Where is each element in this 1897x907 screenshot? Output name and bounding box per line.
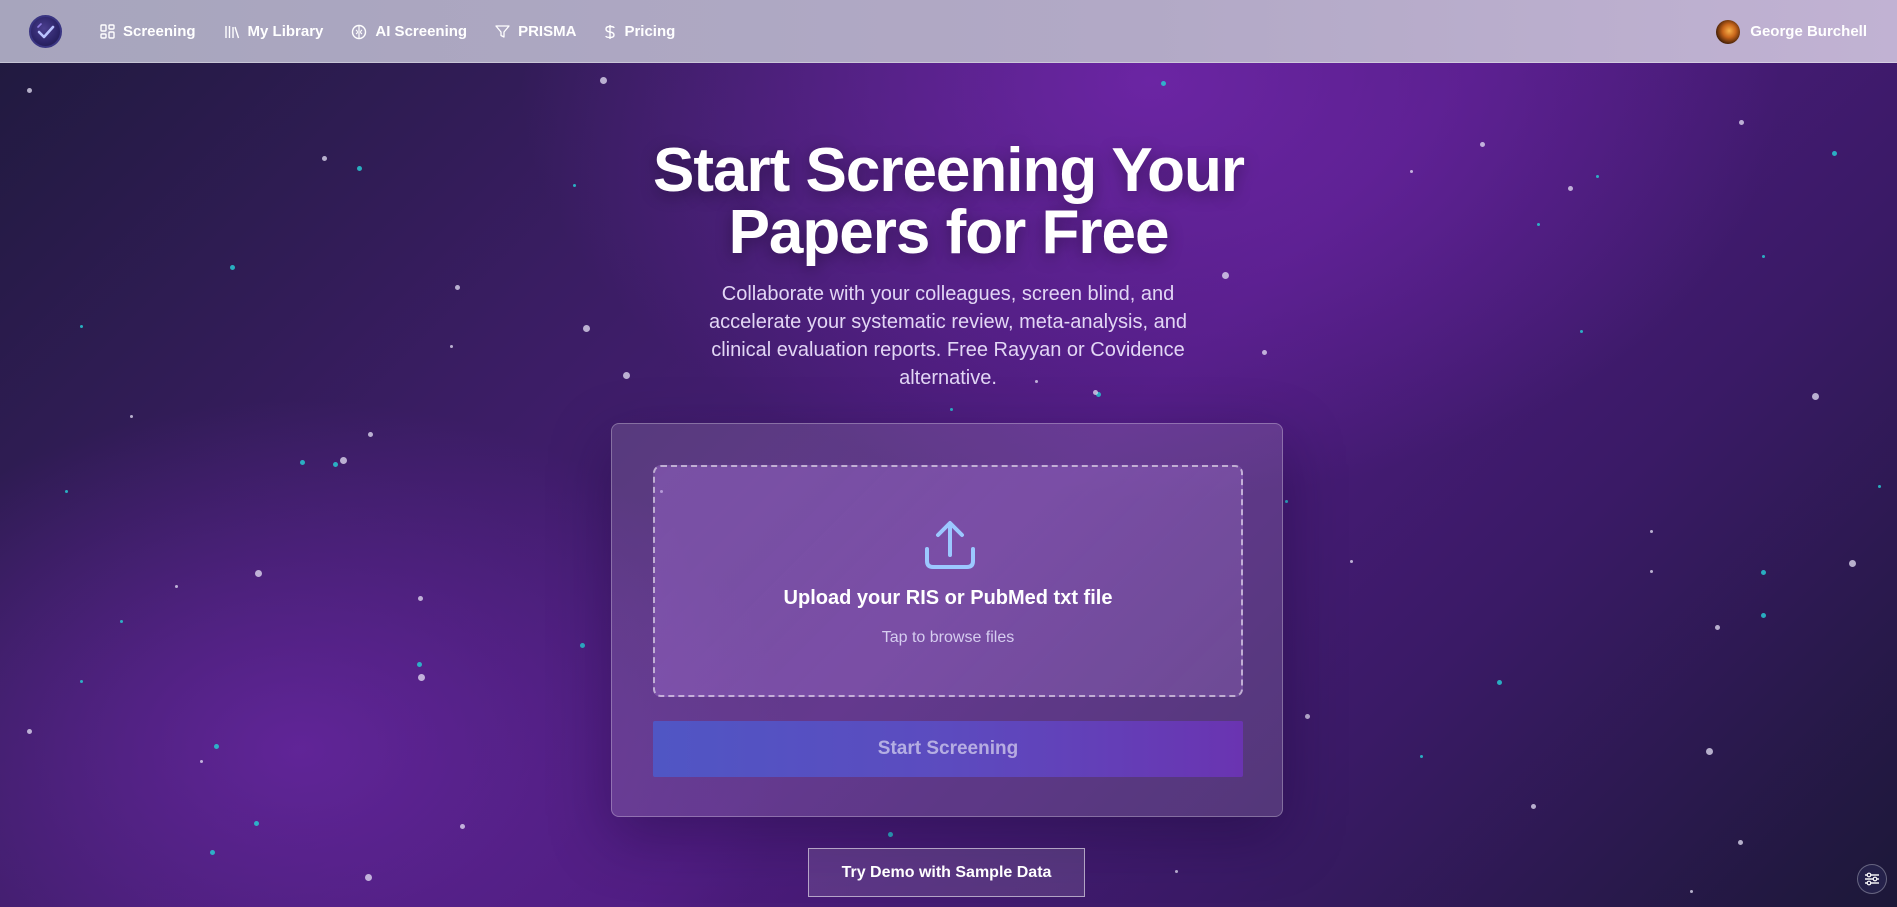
page-title-line-1: Start Screening Your: [653, 136, 1245, 205]
star: [1738, 840, 1743, 845]
upload-card: Upload your RIS or PubMed txt file Tap t…: [611, 423, 1283, 817]
star: [1305, 714, 1310, 719]
star: [1285, 500, 1288, 503]
upload-hint: Tap to browse files: [881, 629, 1015, 646]
star: [1849, 560, 1856, 567]
star: [1812, 393, 1819, 400]
nav-menu: Screening My Library AI Screening PRISMA…: [100, 0, 675, 63]
star: [1262, 350, 1267, 355]
star: [1715, 625, 1720, 630]
top-navbar: Screening My Library AI Screening PRISMA…: [0, 0, 1897, 63]
star: [1161, 81, 1166, 86]
star: [120, 620, 123, 623]
nav-item-my-library[interactable]: My Library: [224, 23, 324, 40]
sliders-icon: [1865, 872, 1879, 886]
star: [417, 662, 422, 667]
star: [418, 596, 423, 601]
star: [1690, 890, 1693, 893]
star: [130, 415, 133, 418]
filter-icon: [495, 25, 510, 38]
star: [1761, 613, 1766, 618]
star: [200, 760, 203, 763]
star: [1739, 120, 1744, 125]
try-demo-button[interactable]: Try Demo with Sample Data: [808, 848, 1085, 897]
nav-item-prisma[interactable]: PRISMA: [495, 23, 576, 40]
dollar-icon: [605, 24, 616, 39]
star: [1580, 330, 1583, 333]
star: [80, 680, 83, 683]
star: [460, 824, 465, 829]
star: [1175, 870, 1178, 873]
nav-label-pricing: Pricing: [624, 23, 676, 40]
star: [455, 285, 460, 290]
star: [1706, 748, 1713, 755]
star: [27, 88, 32, 93]
star: [583, 325, 590, 332]
user-menu[interactable]: George Burchell: [1716, 0, 1867, 63]
file-dropzone[interactable]: Upload your RIS or PubMed txt file Tap t…: [653, 465, 1243, 697]
brain-icon: [352, 24, 367, 39]
star: [365, 874, 372, 881]
star: [1420, 755, 1423, 758]
star: [1650, 530, 1653, 533]
settings-toggle-button[interactable]: [1857, 864, 1887, 894]
nav-label-my-library: My Library: [247, 23, 324, 40]
star: [333, 462, 338, 467]
star: [255, 570, 262, 577]
nav-label-ai-screening: AI Screening: [375, 23, 468, 40]
nav-item-pricing[interactable]: Pricing: [604, 23, 675, 40]
star: [254, 821, 259, 826]
star: [175, 585, 178, 588]
star: [1531, 804, 1536, 809]
star: [418, 674, 425, 681]
star: [210, 850, 215, 855]
app-logo[interactable]: [29, 15, 62, 48]
star: [888, 832, 893, 837]
star: [27, 729, 32, 734]
star: [450, 345, 453, 348]
star: [1350, 560, 1353, 563]
star: [230, 265, 235, 270]
upload-icon: [925, 521, 975, 569]
page-title: Start Screening Your Papers for Free: [0, 140, 1897, 264]
page-title-line-2: Papers for Free: [728, 198, 1170, 267]
star: [580, 643, 585, 648]
library-icon: [224, 26, 239, 39]
grid-icon: [100, 24, 115, 39]
star: [65, 490, 68, 493]
star: [950, 408, 953, 411]
user-name: George Burchell: [1750, 23, 1867, 40]
start-screening-button[interactable]: Start Screening: [653, 721, 1243, 777]
star: [623, 372, 630, 379]
star: [1761, 570, 1766, 575]
star: [368, 432, 373, 437]
star: [600, 77, 607, 84]
avatar: [1716, 19, 1741, 44]
star: [1878, 485, 1881, 488]
nav-label-prisma: PRISMA: [518, 23, 577, 40]
nav-label-screening: Screening: [123, 23, 196, 40]
star: [1497, 680, 1502, 685]
upload-title: Upload your RIS or PubMed txt file: [783, 587, 1113, 609]
star: [300, 460, 305, 465]
checkmark-logo-icon: [36, 22, 54, 38]
star: [340, 457, 347, 464]
star: [1650, 570, 1653, 573]
star: [1222, 272, 1229, 279]
star: [80, 325, 83, 328]
page-subtitle: Collaborate with your colleagues, screen…: [709, 283, 1187, 389]
nav-item-ai-screening[interactable]: AI Screening: [351, 23, 467, 40]
star: [214, 744, 219, 749]
star: [1096, 392, 1101, 397]
nav-item-screening[interactable]: Screening: [100, 23, 196, 40]
